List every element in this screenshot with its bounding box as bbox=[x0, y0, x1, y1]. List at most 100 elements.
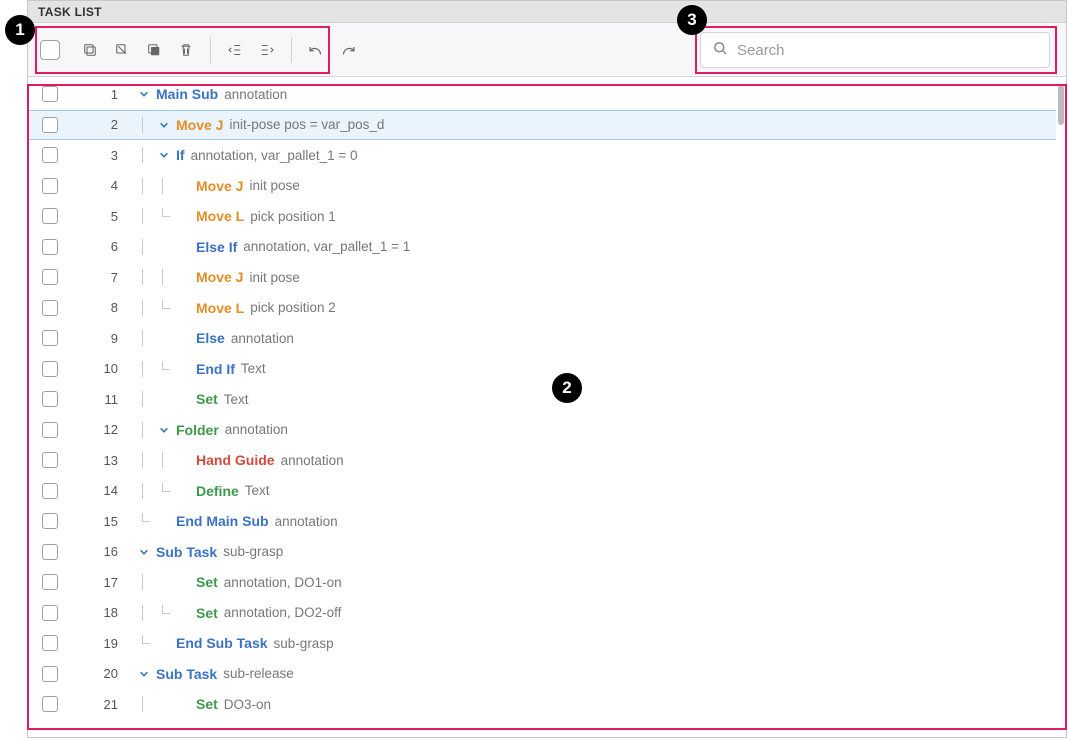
row-content: SetDO3-on bbox=[136, 696, 1056, 712]
chevron-down-icon[interactable] bbox=[136, 86, 152, 102]
command-label: Set bbox=[196, 605, 218, 621]
row-content: Folderannotation bbox=[136, 422, 1056, 438]
row-checkbox[interactable] bbox=[42, 330, 58, 346]
task-row[interactable]: 17Setannotation, DO1-on bbox=[28, 567, 1056, 598]
select-all-checkbox[interactable] bbox=[40, 40, 60, 60]
scrollbar-thumb[interactable] bbox=[1058, 85, 1064, 125]
row-number: 18 bbox=[68, 605, 118, 620]
row-checkbox[interactable] bbox=[42, 544, 58, 560]
annotation-text: annotation, DO1-on bbox=[224, 575, 342, 590]
task-row[interactable]: 5Move Lpick position 1 bbox=[28, 201, 1056, 232]
search-box[interactable] bbox=[700, 32, 1050, 68]
annotation-text: annotation bbox=[224, 87, 287, 102]
task-row[interactable]: 14DefineText bbox=[28, 476, 1056, 507]
row-checkbox[interactable] bbox=[42, 239, 58, 255]
task-row[interactable]: 12Folderannotation bbox=[28, 415, 1056, 446]
paste-button[interactable] bbox=[140, 36, 168, 64]
chevron-spacer bbox=[176, 696, 192, 712]
task-row[interactable]: 1 Main Subannotation bbox=[28, 79, 1056, 110]
undo-button[interactable] bbox=[302, 36, 330, 64]
row-checkbox[interactable] bbox=[42, 452, 58, 468]
command-label: Else bbox=[196, 330, 225, 346]
row-checkbox[interactable] bbox=[42, 178, 58, 194]
chevron-down-icon[interactable] bbox=[136, 544, 152, 560]
chevron-spacer bbox=[176, 269, 192, 285]
row-content: Move Jinit pose bbox=[136, 178, 1056, 194]
delete-button[interactable] bbox=[172, 36, 200, 64]
task-list-scroll[interactable]: 1 Main Subannotation 2Move Jinit-pose pos … bbox=[28, 79, 1056, 737]
chevron-spacer bbox=[176, 391, 192, 407]
tree-guide bbox=[136, 117, 156, 133]
tree-guide bbox=[156, 574, 176, 590]
tree-guide bbox=[136, 269, 156, 285]
row-checkbox[interactable] bbox=[42, 300, 58, 316]
task-row[interactable]: 21SetDO3-on bbox=[28, 689, 1056, 720]
row-content: Setannotation, DO2-off bbox=[136, 605, 1056, 621]
row-content: Main Subannotation bbox=[136, 86, 1056, 102]
chevron-down-icon[interactable] bbox=[156, 422, 172, 438]
task-row[interactable]: 3Ifannotation, var_pallet_1 = 0 bbox=[28, 140, 1056, 171]
command-label: Set bbox=[196, 574, 218, 590]
tree-guide bbox=[156, 330, 176, 346]
redo-button[interactable] bbox=[334, 36, 362, 64]
indent-button[interactable] bbox=[253, 36, 281, 64]
row-checkbox[interactable] bbox=[42, 208, 58, 224]
row-checkbox[interactable] bbox=[42, 635, 58, 651]
annotation-text: init pose bbox=[249, 178, 299, 193]
task-row[interactable]: 7Move Jinit pose bbox=[28, 262, 1056, 293]
task-row[interactable]: 2Move Jinit-pose pos = var_pos_d bbox=[28, 110, 1056, 141]
chevron-spacer bbox=[176, 208, 192, 224]
copy-button[interactable] bbox=[76, 36, 104, 64]
chevron-down-icon[interactable] bbox=[156, 117, 172, 133]
row-checkbox[interactable] bbox=[42, 696, 58, 712]
task-row[interactable]: 9Elseannotation bbox=[28, 323, 1056, 354]
chevron-down-icon[interactable] bbox=[136, 666, 152, 682]
task-list-panel: TASK LIST bbox=[27, 0, 1067, 738]
row-checkbox[interactable] bbox=[42, 483, 58, 499]
row-checkbox[interactable] bbox=[42, 422, 58, 438]
row-content: Set annotation, DO1-on bbox=[136, 574, 1056, 590]
task-row[interactable]: 18 Setannotation, DO2-off bbox=[28, 598, 1056, 629]
command-label: If bbox=[176, 147, 185, 163]
task-row[interactable]: 8Move Lpick position 2 bbox=[28, 293, 1056, 324]
toolbar-separator-2 bbox=[291, 37, 292, 63]
task-row[interactable]: 15End Main Subannotation bbox=[28, 506, 1056, 537]
outdent-button[interactable] bbox=[221, 36, 249, 64]
task-row[interactable]: 10End IfText bbox=[28, 354, 1056, 385]
row-checkbox[interactable] bbox=[42, 117, 58, 133]
task-row[interactable]: 13Hand Guideannotation bbox=[28, 445, 1056, 476]
tree-guide bbox=[136, 147, 156, 163]
row-checkbox[interactable] bbox=[42, 86, 58, 102]
row-number: 9 bbox=[68, 331, 118, 346]
task-row[interactable]: 6Else Ifannotation, var_pallet_1 = 1 bbox=[28, 232, 1056, 263]
command-label: End Sub Task bbox=[176, 635, 268, 651]
task-row[interactable]: 16Sub Tasksub-grasp bbox=[28, 537, 1056, 568]
row-checkbox[interactable] bbox=[42, 605, 58, 621]
annotation-text: init pose bbox=[249, 270, 299, 285]
row-checkbox[interactable] bbox=[42, 269, 58, 285]
row-number: 1 bbox=[68, 87, 118, 102]
annotation-text: sub-grasp bbox=[223, 544, 283, 559]
row-content: End IfText bbox=[136, 361, 1056, 377]
row-content: Else Ifannotation, var_pallet_1 = 1 bbox=[136, 239, 1056, 255]
row-content: Hand Guideannotation bbox=[136, 452, 1056, 468]
chevron-down-icon[interactable] bbox=[156, 147, 172, 163]
cut-button[interactable] bbox=[108, 36, 136, 64]
chevron-spacer bbox=[176, 574, 192, 590]
task-list-area: 1 Main Subannotation 2Move Jinit-pose pos … bbox=[28, 79, 1066, 737]
row-checkbox[interactable] bbox=[42, 513, 58, 529]
command-label: Sub Task bbox=[156, 544, 217, 560]
task-row[interactable]: 4 Move Jinit pose bbox=[28, 171, 1056, 202]
row-number: 4 bbox=[68, 178, 118, 193]
task-row[interactable]: 11SetText bbox=[28, 384, 1056, 415]
row-checkbox[interactable] bbox=[42, 574, 58, 590]
task-row[interactable]: 19End Sub Tasksub-grasp bbox=[28, 628, 1056, 659]
tree-guide bbox=[156, 269, 176, 285]
row-checkbox[interactable] bbox=[42, 666, 58, 682]
annotation-text: annotation bbox=[281, 453, 344, 468]
task-row[interactable]: 20Sub Tasksub-release bbox=[28, 659, 1056, 690]
row-checkbox[interactable] bbox=[42, 147, 58, 163]
row-checkbox[interactable] bbox=[42, 361, 58, 377]
row-checkbox[interactable] bbox=[42, 391, 58, 407]
search-input[interactable] bbox=[737, 42, 1039, 59]
